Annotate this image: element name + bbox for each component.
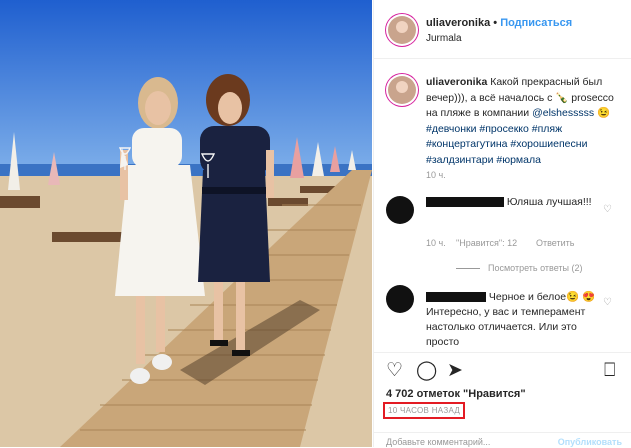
comment-1-time: 10 ч. — [426, 238, 446, 248]
add-comment-bar: Добавьте комментарий... Опубликовать — [374, 432, 631, 448]
follow-button[interactable]: Подписаться — [500, 17, 572, 29]
author-line: uliaveronika • Подписаться — [426, 17, 572, 29]
comment-avatar-redacted[interactable] — [386, 196, 414, 224]
speech-bubble-icon[interactable]: ◯ — [416, 361, 437, 381]
comment-1-reply-button[interactable]: Ответить — [536, 238, 574, 248]
comment-2-avatar-redacted[interactable] — [386, 285, 414, 313]
sky — [0, 0, 372, 175]
caption-username[interactable]: uliaveronika — [426, 76, 487, 88]
comment-2-like-icon[interactable]: ♡ — [603, 297, 612, 308]
comment-2: Черное и белое😉 😍 Интересно, у вас и тем… — [426, 290, 606, 350]
mention-link[interactable]: @elshesssss — [532, 107, 594, 119]
author-username[interactable]: uliaveronika — [426, 17, 490, 29]
wink-emoji: 😉 — [597, 107, 611, 119]
add-comment-input[interactable]: Добавьте комментарий... — [386, 437, 490, 447]
caption-time: 10 ч. — [426, 170, 446, 180]
comment-1-like-icon[interactable]: ♡ — [603, 204, 612, 215]
redacted-username — [426, 197, 504, 208]
bottle-emoji: 🍾 — [555, 91, 569, 104]
publish-button[interactable]: Опубликовать — [558, 437, 622, 447]
separator-dot: • — [493, 17, 498, 29]
comment-1: Юляша лучшая!!! — [426, 195, 606, 210]
bookmark-icon[interactable]: ⎕ — [604, 361, 615, 381]
view-replies-link[interactable]: Посмотреть ответы (2) — [456, 263, 583, 273]
likes-count[interactable]: 4 702 отметок "Нравится" — [386, 388, 526, 400]
caption-hashtags[interactable]: #девчонки #просекко #пляж #концертагутин… — [426, 123, 587, 166]
caption-author-avatar[interactable] — [388, 76, 416, 104]
location-link[interactable]: Jurmala — [426, 33, 462, 44]
redacted-username-2 — [426, 292, 486, 303]
beach-photo — [0, 0, 372, 447]
post-caption: uliaveronika Какой прекрасный был вечер)… — [426, 75, 626, 168]
comment-1-text: Юляша лучшая!!! — [506, 196, 592, 208]
post-header: uliaveronika • Подписаться Jurmala — [374, 0, 631, 59]
post-side-panel: uliaveronika • Подписаться Jurmala uliav… — [373, 0, 631, 447]
comment-1-likes[interactable]: "Нравится": 12 — [456, 238, 517, 248]
post-actions-bar: ♡ ◯ ➤ ⎕ — [374, 352, 631, 393]
heart-outline-icon[interactable]: ♡ — [386, 361, 403, 381]
instagram-post-frame: uliaveronika • Подписаться Jurmala uliav… — [0, 0, 631, 447]
paper-plane-icon[interactable]: ➤ — [447, 361, 463, 381]
post-timestamp-highlighted: 10 ЧАСОВ НАЗАД — [383, 402, 466, 419]
post-photo[interactable] — [0, 0, 372, 447]
author-avatar[interactable] — [388, 16, 416, 44]
